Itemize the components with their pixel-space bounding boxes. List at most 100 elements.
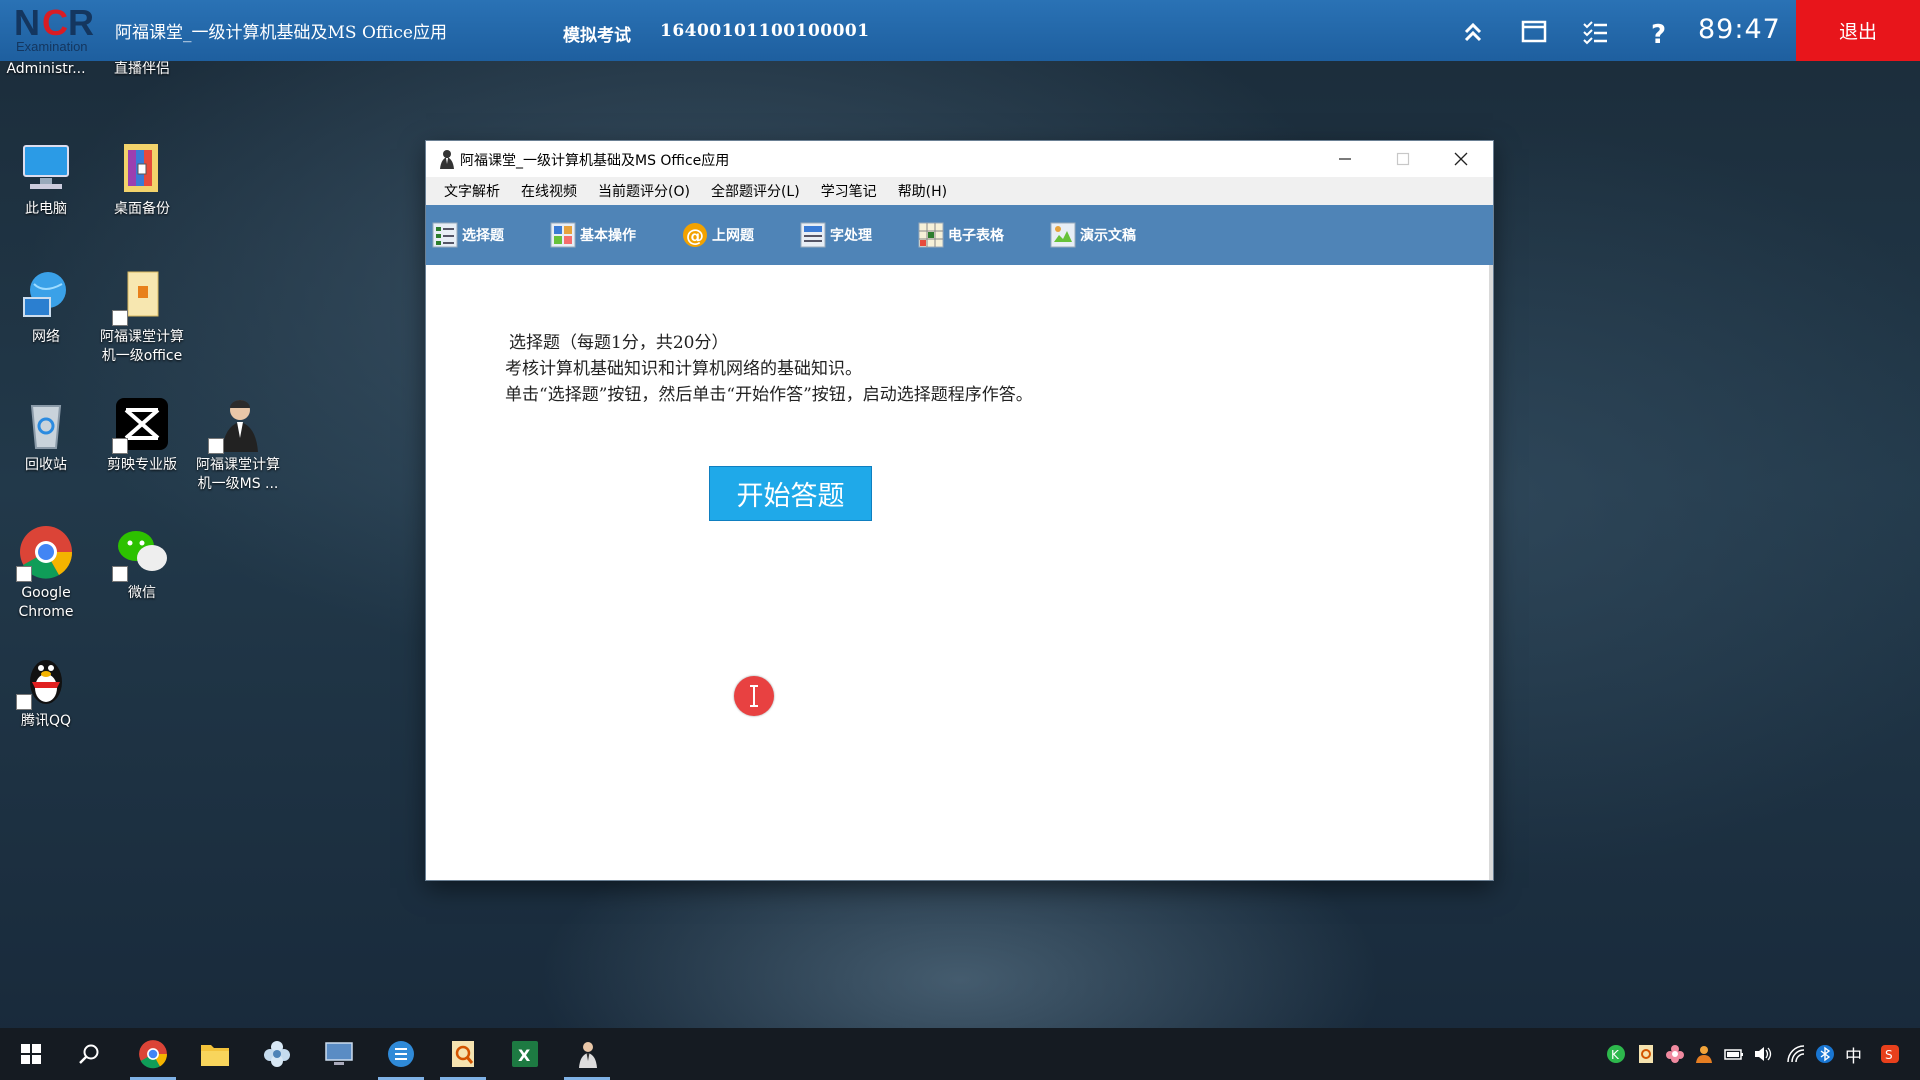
menu-score-all[interactable]: 全部题评分(L)	[711, 181, 800, 201]
shortcut-arrow-icon	[112, 566, 128, 582]
exam-mode-label: 模拟考试	[563, 26, 631, 46]
desktop-icon-google-chrome[interactable]: Google Chrome	[0, 524, 94, 622]
window-icon[interactable]	[1520, 18, 1548, 46]
presentation-button[interactable]: 演示文稿	[1050, 215, 1136, 255]
desktop-icon-afu-office[interactable]: 阿福课堂计算机一级office	[94, 268, 190, 366]
tray-flower-icon[interactable]	[1665, 1044, 1685, 1064]
desktop-icon-capcut[interactable]: 剪映专业版	[94, 396, 190, 475]
word-processing-button[interactable]: 字处理	[800, 215, 872, 255]
folder-document-icon	[112, 268, 170, 326]
spreadsheet-button[interactable]: 电子表格	[918, 215, 1004, 255]
question-list-icon[interactable]	[1581, 18, 1609, 46]
desktop-icon-afu-ms[interactable]: 阿福课堂计算机一级MS ...	[190, 396, 286, 494]
choice-question-button[interactable]: 选择题	[432, 215, 504, 255]
shortcut-arrow-icon	[16, 694, 32, 710]
internet-question-button[interactable]: @ 上网题	[682, 215, 754, 255]
menu-study-notes[interactable]: 学习笔记	[821, 181, 877, 201]
search-icon[interactable]	[64, 1028, 114, 1080]
desktop-icon-administrator[interactable]: Administr...	[0, 60, 94, 79]
minimize-icon[interactable]	[1316, 141, 1374, 177]
section-description: 考核计算机基础知识和计算机网络的基础知识。	[505, 359, 862, 379]
collapse-up-icon[interactable]	[1459, 18, 1487, 46]
app-person-icon	[438, 149, 456, 169]
checklist-icon	[432, 222, 458, 248]
desktop-icon-desktop-backup[interactable]: 桌面备份	[94, 140, 190, 219]
document-icon	[800, 222, 826, 248]
tray-doc-icon[interactable]	[1636, 1044, 1656, 1064]
spreadsheet-icon	[918, 222, 944, 248]
desktop-icon-network[interactable]: 网络	[0, 268, 94, 347]
chrome-icon	[16, 524, 74, 582]
desktop-icon-label: 直播伴侣	[114, 61, 170, 77]
taskbar-edge-icon[interactable]	[376, 1028, 426, 1080]
maximize-icon[interactable]	[1374, 141, 1432, 177]
taskbar-file-explorer-icon[interactable]	[190, 1028, 240, 1080]
svg-text:X: X	[518, 1046, 531, 1065]
toolbar-label: 上网题	[712, 228, 754, 244]
taskbar-flower-app-icon[interactable]	[252, 1028, 302, 1080]
capcut-icon	[112, 396, 170, 454]
network-globe-icon	[18, 268, 74, 324]
exam-id: 16400101100100001	[660, 21, 870, 41]
window-title: 阿福课堂_一级计算机基础及MS Office应用	[460, 153, 730, 169]
question-type-toolbar: 选择题 基本操作 @ 上网题 字处理 电子表格 演示文稿	[426, 205, 1493, 265]
svg-text:Examination: Examination	[16, 39, 88, 54]
desktop-icon-label: 腾讯QQ	[20, 713, 72, 729]
ncr-logo: N C R Examination	[12, 2, 112, 59]
app-window: 阿福课堂_一级计算机基础及MS Office应用 文字解析 在线视频 当前题评分…	[426, 141, 1493, 880]
taskbar-remote-desktop-icon[interactable]	[314, 1028, 364, 1080]
taskbar-viewer-icon[interactable]	[438, 1028, 488, 1080]
desktop-icon-label: 微信	[128, 585, 156, 601]
window-grid-icon	[550, 222, 576, 248]
close-icon[interactable]	[1432, 141, 1490, 177]
basic-operation-button[interactable]: 基本操作	[550, 215, 636, 255]
svg-text:@: @	[686, 226, 704, 247]
exit-button[interactable]: 退出	[1796, 0, 1920, 61]
shortcut-arrow-icon	[16, 566, 32, 582]
tray-bluetooth-icon[interactable]	[1815, 1044, 1835, 1064]
windows-start-icon[interactable]	[6, 1028, 56, 1080]
tray-wifi-icon[interactable]	[1786, 1044, 1806, 1064]
countdown-timer: 89:47	[1698, 14, 1781, 45]
desktop-icon-recycle-bin[interactable]: 回收站	[0, 396, 94, 475]
desktop-icon-label: 此电脑	[25, 201, 67, 217]
desktop-icon-label: 网络	[32, 329, 60, 345]
scrollbar[interactable]	[1489, 265, 1493, 880]
tray-user-icon[interactable]	[1694, 1044, 1714, 1064]
window-titlebar[interactable]: 阿福课堂_一级计算机基础及MS Office应用	[426, 141, 1493, 177]
section-instructions: 单击“选择题”按钮，然后单击“开始作答”按钮，启动选择题程序作答。	[505, 385, 1033, 405]
svg-text:K: K	[1611, 1048, 1620, 1062]
desktop-icon-wechat[interactable]: 微信	[94, 524, 190, 603]
qq-penguin-icon	[16, 652, 74, 710]
content-area: 选择题（每题1分，共20分） 考核计算机基础知识和计算机网络的基础知识。 单击“…	[426, 265, 1493, 880]
desktop-icon-label: 回收站	[25, 457, 67, 473]
tray-volume-icon[interactable]	[1753, 1044, 1773, 1064]
menu-help[interactable]: 帮助(H)	[898, 181, 947, 201]
desktop-icon-live-companion[interactable]: 直播伴侣	[94, 60, 190, 79]
desktop-icon-label: Administr...	[6, 61, 86, 77]
presentation-icon	[1050, 222, 1076, 248]
section-heading: 选择题（每题1分，共20分）	[509, 333, 729, 353]
start-answering-button[interactable]: 开始答题	[709, 466, 872, 521]
desktop-icon-label: Google Chrome	[18, 585, 74, 620]
tray-battery-icon[interactable]	[1724, 1044, 1744, 1064]
tray-security-icon[interactable]: K	[1606, 1044, 1626, 1064]
help-icon[interactable]: ?	[1645, 18, 1673, 50]
desktop-icon-this-pc[interactable]: 此电脑	[0, 140, 94, 219]
svg-text:S: S	[1885, 1048, 1893, 1062]
svg-text:R: R	[68, 2, 94, 43]
taskbar-chrome-icon[interactable]	[128, 1028, 178, 1080]
exam-title: 阿福课堂_一级计算机基础及MS Office应用	[115, 23, 447, 43]
menu-text-analysis[interactable]: 文字解析	[444, 181, 500, 201]
desktop-icon-qq[interactable]: 腾讯QQ	[0, 652, 94, 731]
svg-text:?: ?	[1651, 20, 1666, 46]
cursor-indicator	[734, 676, 774, 716]
tray-sogou-icon[interactable]: S	[1880, 1044, 1900, 1064]
menu-score-current[interactable]: 当前题评分(O)	[598, 181, 690, 201]
ime-indicator[interactable]: 中	[1845, 1042, 1862, 1067]
taskbar-afu-app-icon[interactable]	[562, 1028, 612, 1080]
taskbar-excel-icon[interactable]: X	[500, 1028, 550, 1080]
menu-online-video[interactable]: 在线视频	[521, 181, 577, 201]
svg-text:C: C	[42, 2, 68, 43]
menu-bar: 文字解析 在线视频 当前题评分(O) 全部题评分(L) 学习笔记 帮助(H)	[426, 177, 1493, 205]
